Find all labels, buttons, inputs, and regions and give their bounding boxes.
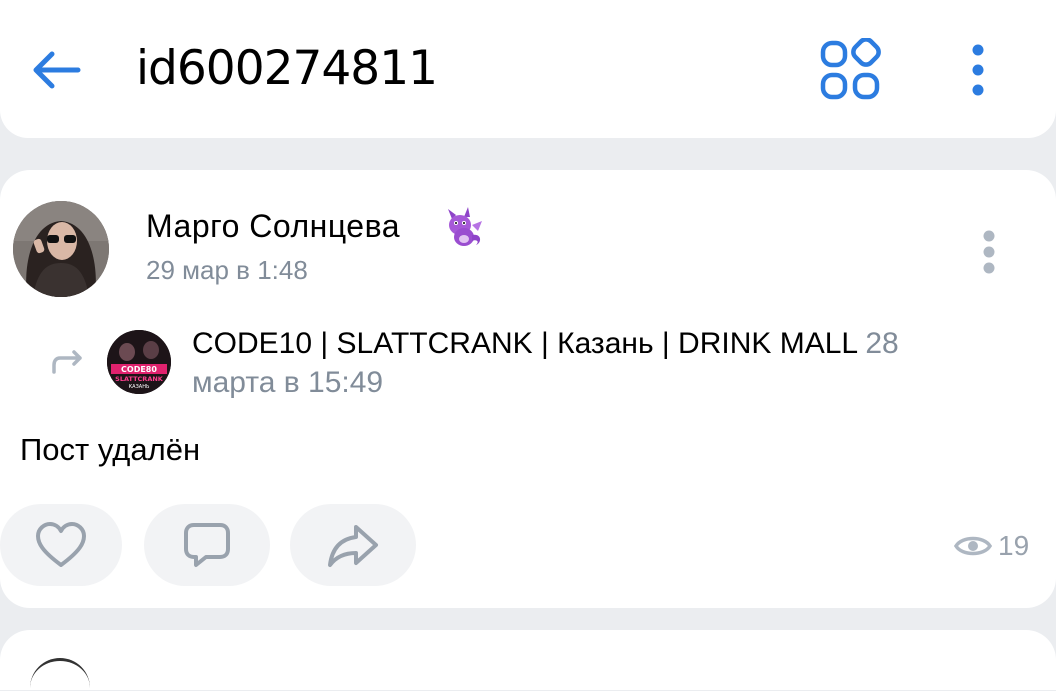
post-card: Марго Солнцева 29 мар в 1:48 CODE80 SLAT… — [0, 170, 1056, 608]
back-button[interactable] — [26, 44, 86, 96]
apps-grid-button[interactable] — [818, 37, 884, 102]
repost-source-name[interactable]: CODE10 | SLATTCRANK | Казань | DRINK MAL… — [192, 327, 857, 360]
page-title: id600274811 — [136, 41, 438, 96]
eye-icon — [954, 536, 992, 556]
author-name[interactable]: Марго Солнцева — [146, 206, 400, 246]
repost-source-line[interactable]: CODE10 | SLATTCRANK | Казань | DRINK MAL… — [192, 324, 972, 402]
like-button[interactable] — [0, 504, 122, 586]
app-header: id600274811 — [0, 0, 1056, 138]
grid-icon — [820, 37, 881, 100]
post-menu-button[interactable] — [972, 228, 1006, 280]
next-post-avatar[interactable] — [30, 658, 90, 691]
arrow-left-icon — [33, 51, 81, 89]
dragon-emoji-icon — [442, 205, 484, 249]
more-vertical-icon — [972, 44, 984, 96]
share-button[interactable] — [290, 504, 416, 586]
repost-avatar-text-2: SLATTCRANK — [115, 375, 164, 383]
heart-icon — [36, 522, 86, 567]
author-avatar[interactable] — [13, 201, 109, 297]
repost-avatar-text-3: КАЗАНЬ — [129, 384, 150, 390]
views-count: 19 — [998, 530, 1030, 561]
views-counter: 19 — [954, 526, 1029, 566]
comment-icon — [184, 523, 230, 567]
post-text: Пост удалён — [20, 432, 201, 467]
repost-source-avatar[interactable]: CODE80 SLATTCRANK КАЗАНЬ — [107, 330, 171, 394]
comment-button[interactable] — [144, 504, 270, 586]
repost-avatar-text-1: CODE80 — [121, 365, 157, 374]
more-vertical-icon — [983, 230, 995, 274]
more-options-button[interactable] — [958, 40, 998, 100]
avatar-photo — [13, 201, 109, 297]
next-post-card — [0, 630, 1056, 690]
repost-arrow-icon — [46, 342, 86, 382]
share-arrow-icon — [328, 525, 378, 567]
post-timestamp[interactable]: 29 мар в 1:48 — [146, 252, 308, 288]
